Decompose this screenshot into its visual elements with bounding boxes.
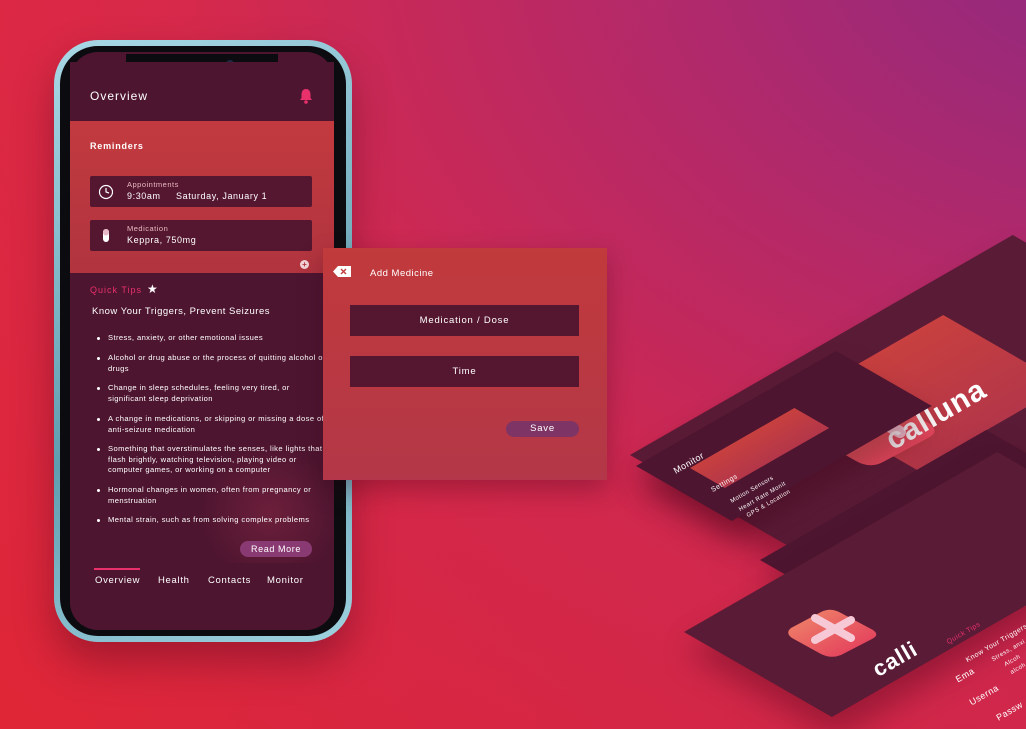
time-field[interactable]: Time [350,356,579,387]
medication-card[interactable]: Medication Keppra, 750mg [90,220,312,251]
appointment-time: 9:30am [127,191,161,201]
nav-tab-overview[interactable]: Overview [95,575,140,586]
clock-icon [98,184,114,200]
page-title: Overview [90,89,149,103]
nav-tab-contacts[interactable]: Contacts [208,575,251,586]
appointment-date: Saturday, January 1 [176,191,268,201]
tip-item: Change in sleep schedules, feeling very … [97,383,328,404]
tip-item: Stress, anxiety, or other emotional issu… [97,333,328,344]
app-header: Overview [70,62,334,126]
save-button[interactable]: Save [506,421,579,437]
reminders-section: Reminders Appointments 9:30am Saturday, … [70,121,334,273]
tips-heading: Know Your Triggers, Prevent Seizures [92,306,271,317]
reminders-title: Reminders [90,141,144,151]
nav-tab-monitor[interactable]: Monitor [267,575,304,586]
nav-tab-health[interactable]: Health [158,575,190,586]
phone-screen: Overview Reminders Appointments 9:30am S… [70,62,334,630]
medication-value: Keppra, 750mg [127,235,197,245]
read-more-button[interactable]: Read More [240,541,312,557]
appointment-label: Appointments [127,180,179,189]
star-icon[interactable]: ★ [147,282,158,296]
backspace-close-icon[interactable] [333,266,351,277]
quick-tips-label: Quick Tips [90,285,143,295]
quick-tips-section: Quick Tips ★ Know Your Triggers, Prevent… [70,273,334,563]
bell-icon[interactable] [299,88,313,104]
bottom-nav: Overview Health Contacts Monitor [70,563,334,625]
appointment-card[interactable]: Appointments 9:30am Saturday, January 1 [90,176,312,207]
pill-icon [103,229,109,242]
tip-item: Mental strain, such as from solving comp… [97,515,328,526]
medication-label: Medication [127,224,169,233]
tip-item: Hormonal changes in women, often from pr… [97,485,328,506]
medication-dose-field[interactable]: Medication / Dose [350,305,579,336]
add-medicine-dialog: Add Medicine Medication / Dose Time Save [323,248,607,480]
nav-active-indicator [94,568,140,570]
tip-item: Something that overstimulates the senses… [97,444,328,476]
add-reminder-icon[interactable]: + [300,260,309,269]
dialog-title: Add Medicine [370,268,434,279]
tip-item: Alcohol or drug abuse or the process of … [97,353,328,374]
tip-item: A change in medications, or skipping or … [97,414,328,435]
